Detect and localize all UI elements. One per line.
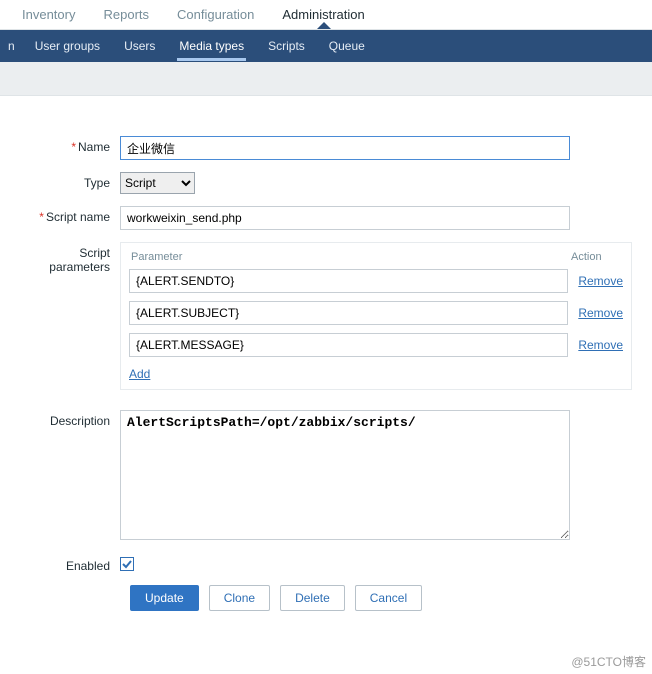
top-tab-reports[interactable]: Reports (89, 1, 163, 28)
name-input[interactable] (120, 136, 570, 160)
param-remove-link[interactable]: Remove (578, 274, 623, 288)
top-tab-configuration[interactable]: Configuration (163, 1, 268, 28)
param-input-2[interactable] (129, 333, 568, 357)
name-label: *Name (20, 136, 120, 154)
param-input-0[interactable] (129, 269, 568, 293)
update-button[interactable]: Update (130, 585, 199, 611)
param-input-1[interactable] (129, 301, 568, 325)
param-remove-link[interactable]: Remove (578, 338, 623, 352)
subnav-queue[interactable]: Queue (317, 31, 377, 61)
description-label: Description (20, 410, 120, 428)
filter-bar (0, 62, 652, 96)
subnav-user-groups[interactable]: User groups (23, 31, 112, 61)
subnav-truncated[interactable]: n (8, 31, 23, 61)
param-row: Remove (129, 333, 623, 357)
subnav-users[interactable]: Users (112, 31, 167, 61)
form-buttons: Update Clone Delete Cancel (130, 585, 632, 611)
subnav-active-underline (177, 58, 246, 61)
check-icon (122, 559, 132, 569)
top-tab-administration[interactable]: Administration (268, 1, 378, 28)
delete-button[interactable]: Delete (280, 585, 345, 611)
scriptname-input[interactable] (120, 206, 570, 230)
param-row: Remove (129, 301, 623, 325)
type-label: Type (20, 172, 120, 190)
watermark: @51CTO博客 (571, 653, 646, 670)
subnav: n User groups Users Media types Scripts … (0, 30, 652, 62)
params-header-action: Action (571, 251, 621, 263)
subnav-media-types-label: Media types (179, 39, 244, 53)
enabled-checkbox[interactable] (120, 557, 134, 571)
params-box: Parameter Action Remove Remove Remove Ad… (120, 242, 632, 390)
enabled-label: Enabled (20, 555, 120, 573)
top-tab-administration-label: Administration (282, 7, 364, 22)
description-textarea[interactable]: AlertScriptsPath=/opt/zabbix/scripts/ (120, 410, 570, 540)
subnav-scripts[interactable]: Scripts (256, 31, 317, 61)
type-select[interactable]: Script (120, 172, 195, 194)
param-remove-link[interactable]: Remove (578, 306, 623, 320)
param-row: Remove (129, 269, 623, 293)
active-tab-caret-icon (317, 22, 331, 29)
clone-button[interactable]: Clone (209, 585, 270, 611)
top-tabs: Inventory Reports Configuration Administ… (0, 0, 652, 30)
top-tab-inventory[interactable]: Inventory (8, 1, 89, 28)
params-label: Script parameters (20, 242, 120, 274)
subnav-media-types[interactable]: Media types (167, 31, 256, 61)
scriptname-label: *Script name (20, 206, 120, 224)
params-header-parameter: Parameter (131, 251, 571, 263)
media-type-form: *Name Type Script *Script name Script pa… (0, 96, 652, 621)
param-add-link[interactable]: Add (129, 367, 150, 381)
cancel-button[interactable]: Cancel (355, 585, 422, 611)
